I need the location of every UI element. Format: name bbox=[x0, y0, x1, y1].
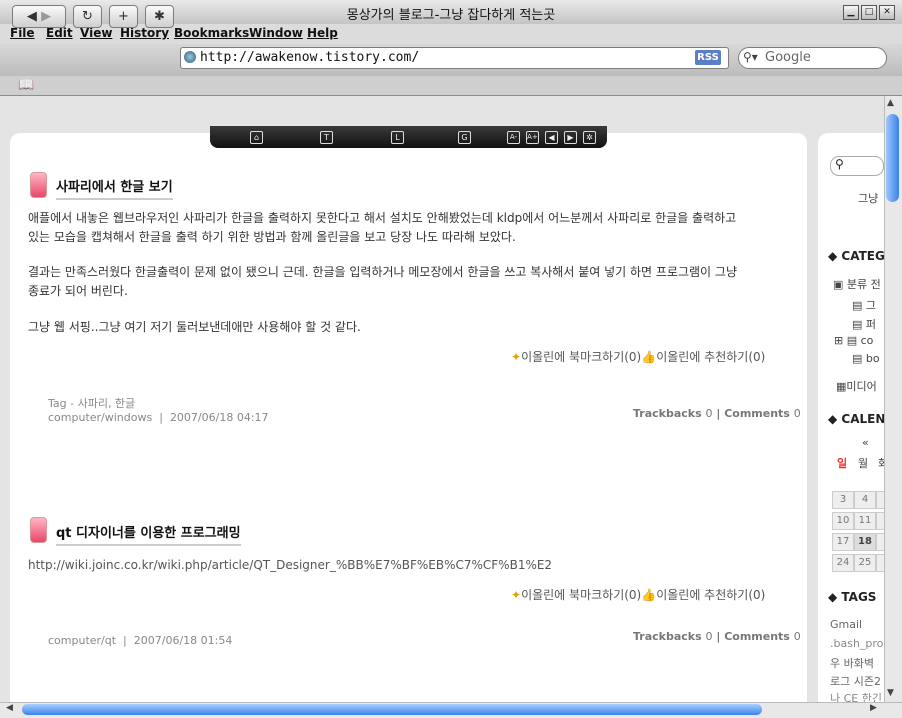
media-link[interactable]: ▦미디어 bbox=[836, 378, 877, 394]
book-icon[interactable]: 📖 bbox=[18, 78, 34, 93]
post-title[interactable]: qt 디자이너를 이용한 프로그래밍 bbox=[56, 522, 241, 546]
sidebar-search-input[interactable]: ⚲ bbox=[830, 156, 884, 176]
trackback-comment-links: Trackbacks 0 | Comments 0 bbox=[633, 407, 801, 420]
tag-link[interactable]: 우 바화벽 bbox=[830, 655, 874, 671]
scroll-down-arrow-icon[interactable]: ▼ bbox=[887, 688, 894, 698]
search-field[interactable] bbox=[738, 47, 887, 69]
thumbs-up-icon: 👍 bbox=[641, 588, 657, 602]
post-paragraph: 종료가 되어 버린다. bbox=[28, 284, 128, 298]
post-category[interactable]: computer/windows bbox=[48, 411, 152, 424]
home-icon[interactable]: ⌂ bbox=[250, 131, 263, 144]
comments-link[interactable]: Comments bbox=[724, 407, 790, 420]
menu-bookmarks[interactable]: Bookmarks bbox=[174, 26, 249, 40]
plus-icon: + bbox=[118, 9, 129, 24]
font-smaller-icon[interactable]: A- bbox=[507, 131, 520, 144]
search-placeholder: Google bbox=[765, 50, 811, 65]
calendar-day[interactable]: 17 bbox=[832, 533, 854, 551]
scroll-right-arrow-icon[interactable]: ▶ bbox=[870, 703, 877, 713]
comments-link[interactable]: Comments bbox=[724, 630, 790, 643]
horizontal-scroll-thumb[interactable] bbox=[22, 704, 762, 715]
menu-file[interactable]: File bbox=[10, 26, 35, 40]
calendar-prev-button[interactable]: « bbox=[862, 436, 869, 449]
category-item[interactable]: ▤ bo bbox=[852, 352, 880, 365]
font-larger-icon[interactable]: A+ bbox=[526, 131, 539, 144]
close-button[interactable]: ✕ bbox=[879, 5, 895, 20]
post-paragraph: 있는 모습을 캡쳐해서 한글을 출력 하기 위한 방법과 함께 올린글을 보고 … bbox=[28, 230, 516, 244]
tag-menu-icon[interactable]: T bbox=[320, 131, 333, 144]
post-marker-icon bbox=[30, 172, 47, 198]
bookmark-star-icon: ✦ bbox=[511, 588, 522, 602]
menu-window[interactable]: Window bbox=[249, 26, 303, 40]
tag-link[interactable]: Gmail bbox=[830, 618, 862, 631]
post-meta: computer/windows | 2007/06/18 04:17 bbox=[48, 411, 269, 424]
calendar-day[interactable]: 11 bbox=[854, 512, 876, 530]
calendar-day[interactable]: 4 bbox=[854, 491, 876, 509]
post-date: 2007/06/18 01:54 bbox=[133, 634, 233, 647]
calendar-day[interactable]: 24 bbox=[832, 554, 854, 572]
calendar-day[interactable]: 3 bbox=[832, 491, 854, 509]
weekday-mon: 월 bbox=[858, 457, 869, 470]
next-icon[interactable]: ▶ bbox=[564, 131, 577, 144]
back-arrow-icon[interactable]: ◀ bbox=[27, 9, 37, 24]
bookmark-star-icon: ✦ bbox=[511, 350, 522, 364]
add-bookmark-button[interactable]: + bbox=[109, 5, 138, 28]
minimize-button[interactable]: ▁ bbox=[843, 5, 859, 20]
address-text[interactable]: http://awakenow.tistory.com/ bbox=[200, 50, 419, 65]
menu-view[interactable]: View bbox=[80, 26, 112, 40]
post-paragraph: 결과는 만족스러웠다 한글출력이 문제 없이 됐으니 근데. 한글을 입력하거나… bbox=[28, 265, 737, 279]
weekday-sun: 일 bbox=[837, 457, 848, 470]
post-meta: computer/qt | 2007/06/18 01:54 bbox=[48, 634, 233, 647]
guestbook-menu-icon[interactable]: G bbox=[458, 131, 471, 144]
thumbs-up-icon: 👍 bbox=[641, 350, 657, 364]
trackbacks-link[interactable]: Trackbacks bbox=[633, 407, 702, 420]
post-tags[interactable]: Tag - 사파리, 한글 bbox=[48, 395, 135, 411]
globe-icon bbox=[184, 51, 196, 63]
bookmark-link[interactable]: ✦이올린에 북마크하기(0)👍이올린에 추천하기(0) bbox=[511, 348, 765, 365]
post-marker-icon bbox=[30, 517, 47, 543]
reload-icon: ↻ bbox=[82, 9, 93, 24]
post-category[interactable]: computer/qt bbox=[48, 634, 116, 647]
calendar-day[interactable]: 10 bbox=[832, 512, 854, 530]
menu-history[interactable]: History bbox=[120, 26, 169, 40]
bookmarks-bar bbox=[0, 76, 902, 96]
search-icon: ⚲▾ bbox=[743, 50, 758, 64]
post-paragraph: 그냥 웹 서핑..그냥 여기 저기 둘러보낸데애만 사용해야 할 것 같다. bbox=[28, 320, 361, 334]
back-forward-buttons[interactable]: ◀ ▶ bbox=[12, 5, 66, 28]
category-item[interactable]: ▤ 퍼 bbox=[852, 316, 876, 332]
post-paragraph: 애플에서 내놓은 웹브라우저인 사파리가 한글을 출력하지 못한다고 해서 설치… bbox=[28, 211, 737, 225]
bug-icon: ✱ bbox=[154, 9, 165, 24]
trackback-comment-links: Trackbacks 0 | Comments 0 bbox=[633, 630, 801, 643]
calendar-day[interactable]: 25 bbox=[854, 554, 876, 572]
calendar-day-today[interactable]: 18 bbox=[854, 533, 876, 551]
scroll-left-arrow-icon[interactable]: ◀ bbox=[6, 703, 13, 713]
post-date: 2007/06/18 04:17 bbox=[169, 411, 269, 424]
post-link[interactable]: http://wiki.joinc.co.kr/wiki.php/article… bbox=[28, 556, 552, 575]
location-menu-icon[interactable]: L bbox=[391, 131, 404, 144]
bug-report-button[interactable]: ✱ bbox=[145, 5, 174, 28]
search-icon: ⚲ bbox=[835, 157, 844, 171]
maximize-button[interactable]: □ bbox=[861, 5, 877, 20]
reload-button[interactable]: ↻ bbox=[73, 5, 102, 28]
vertical-scroll-thumb[interactable] bbox=[886, 114, 899, 202]
trackbacks-link[interactable]: Trackbacks bbox=[633, 630, 702, 643]
forward-arrow-icon[interactable]: ▶ bbox=[41, 9, 51, 24]
menu-help[interactable]: Help bbox=[307, 26, 338, 40]
tag-link[interactable]: .bash_pro bbox=[830, 637, 883, 650]
category-root[interactable]: ▣ 분류 전 bbox=[833, 276, 881, 292]
blog-description: 그냥 bbox=[858, 192, 879, 205]
bookmark-link[interactable]: ✦이올린에 북마크하기(0)👍이올린에 추천하기(0) bbox=[511, 586, 765, 603]
category-item[interactable]: ⊞ ▤ co bbox=[834, 334, 873, 347]
menu-edit[interactable]: Edit bbox=[46, 26, 73, 40]
tags-heading: ◆ TAGS bbox=[828, 590, 877, 604]
scroll-up-arrow-icon[interactable]: ▲ bbox=[887, 98, 894, 108]
settings-gear-icon[interactable]: ✲ bbox=[583, 131, 596, 144]
prev-icon[interactable]: ◀ bbox=[545, 131, 558, 144]
category-item[interactable]: ▤ 그 bbox=[852, 297, 876, 313]
rss-button[interactable]: RSS bbox=[695, 50, 721, 65]
post-title[interactable]: 사파리에서 한글 보기 bbox=[56, 176, 173, 200]
tag-link[interactable]: 로그 시즌2 bbox=[830, 673, 881, 689]
